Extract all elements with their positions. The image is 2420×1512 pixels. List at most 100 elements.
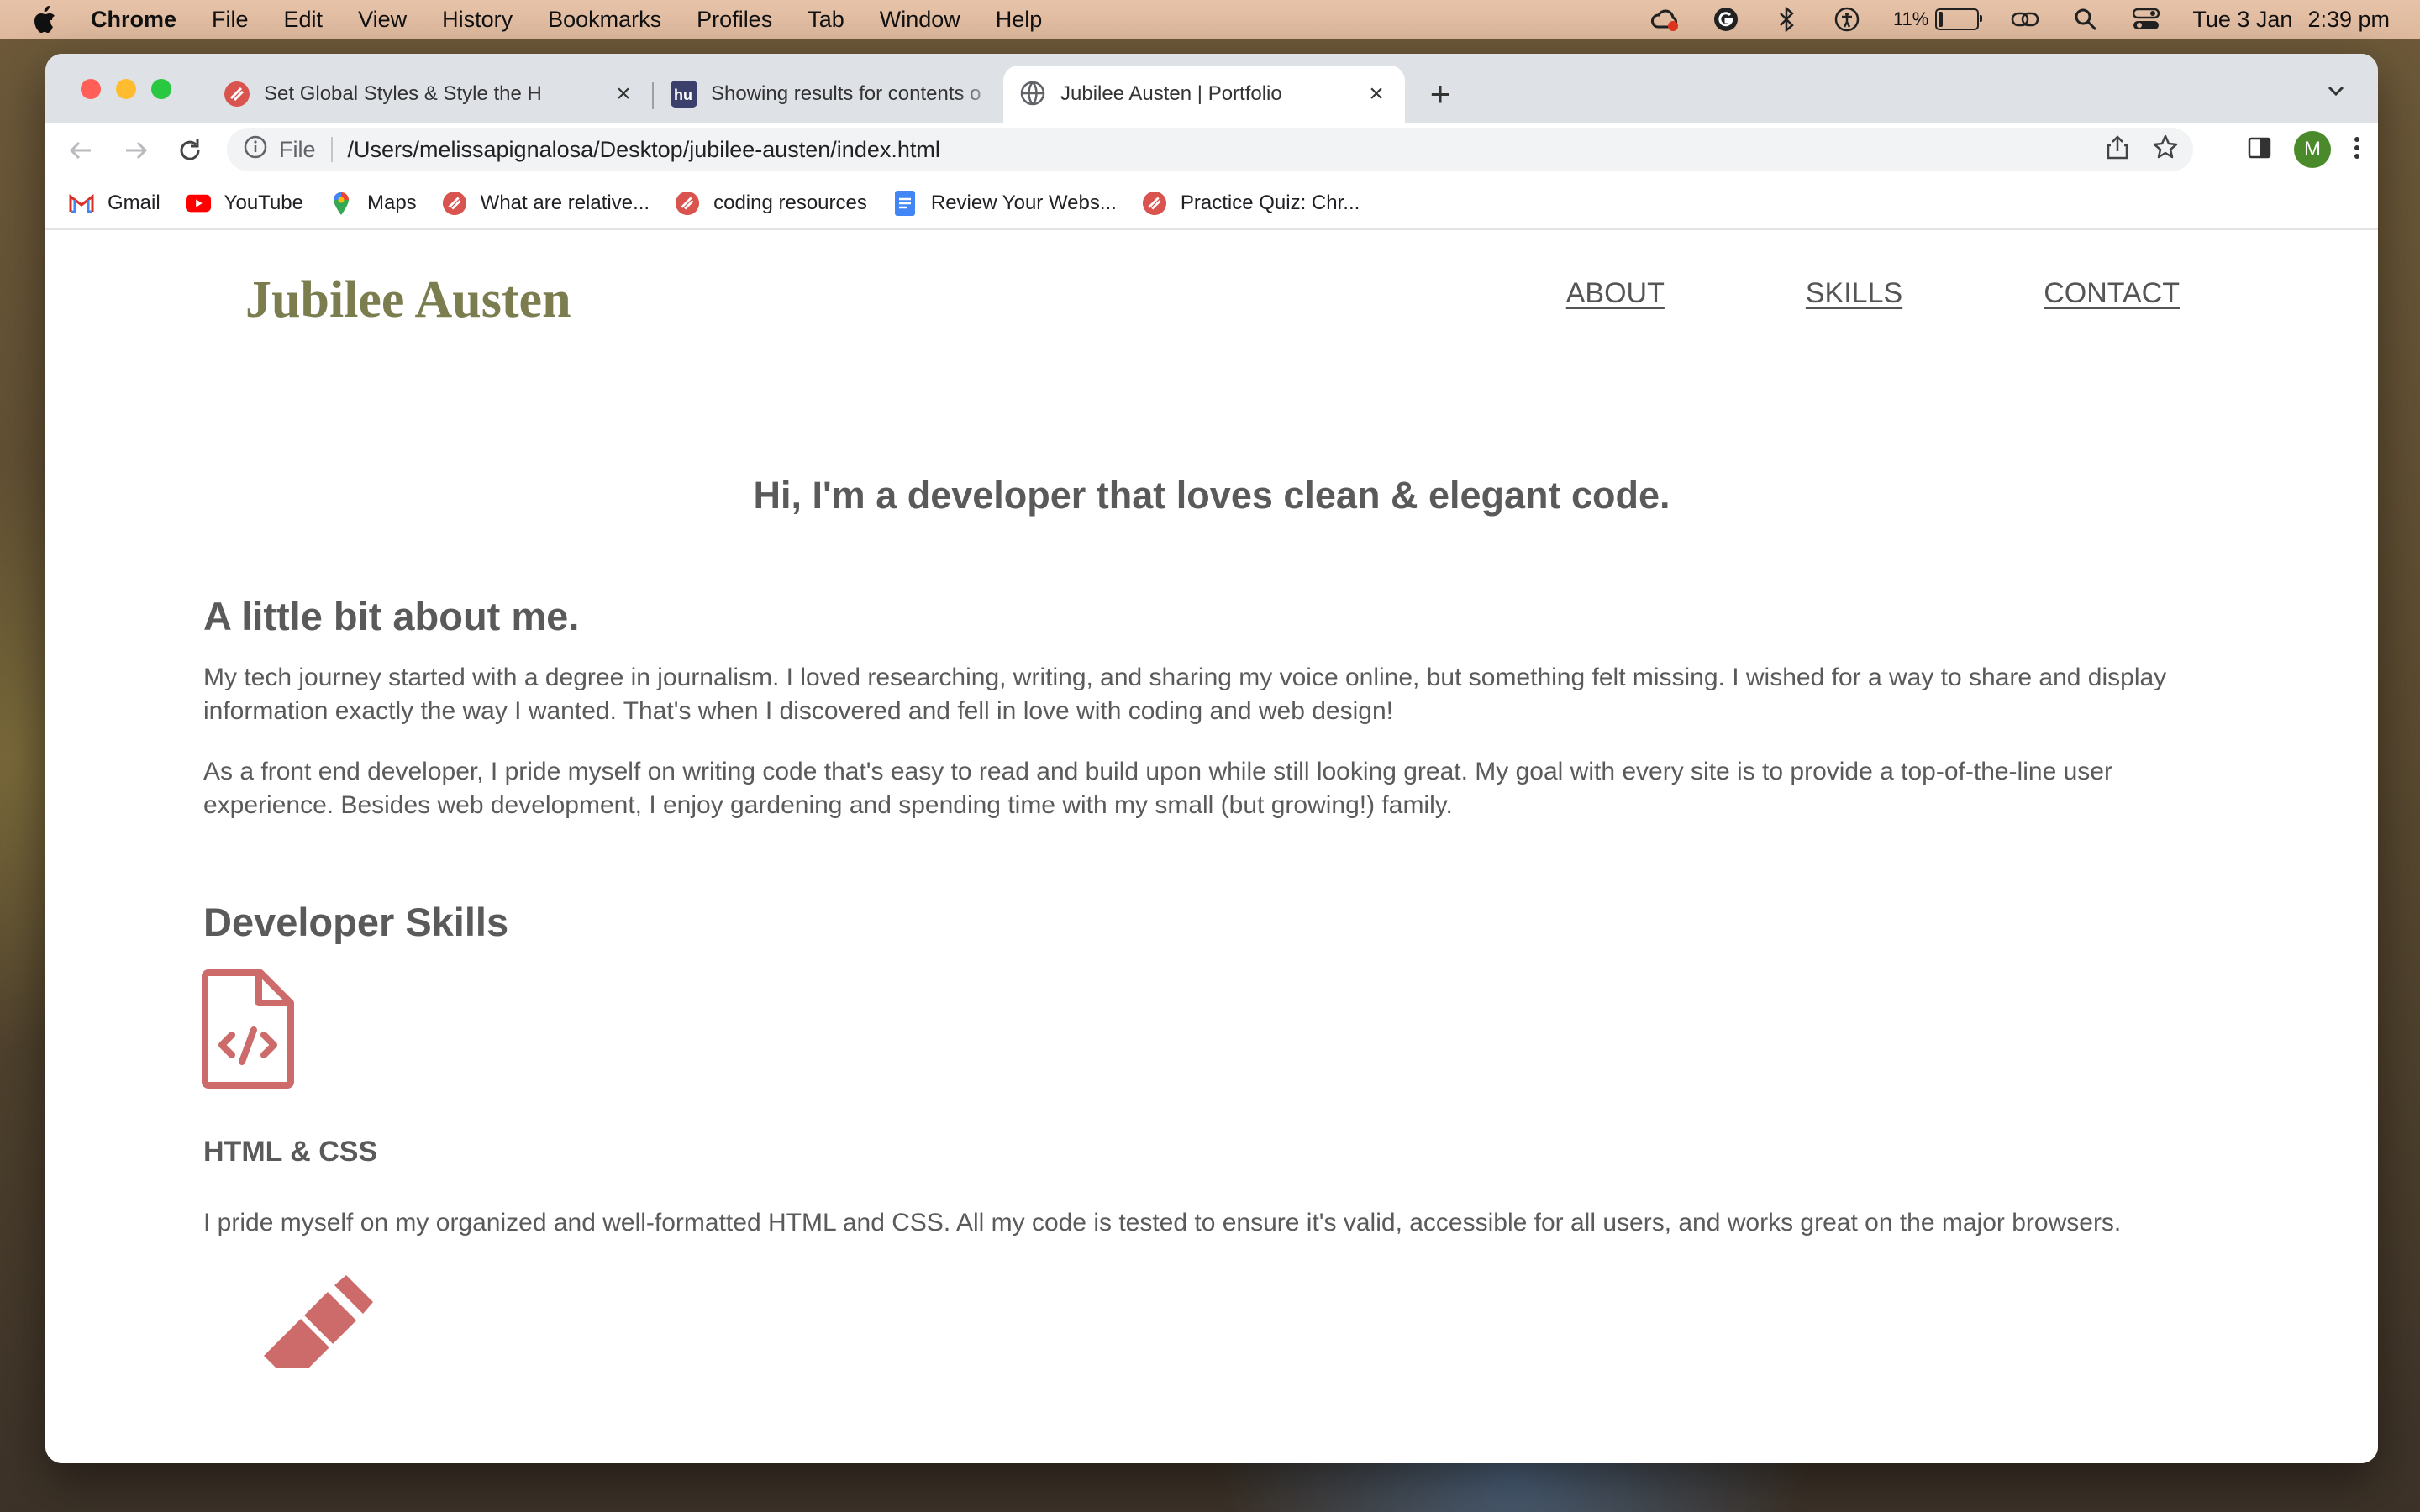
skills-section: Developer Skills <box>203 899 2220 945</box>
menu-app-name[interactable]: Chrome <box>91 7 176 33</box>
accessibility-icon[interactable] <box>1833 5 1861 34</box>
bookmark-review-website[interactable]: Review Your Webs... <box>892 191 1117 216</box>
coding-dojo-icon <box>442 191 467 216</box>
spotlight-search-icon[interactable] <box>2071 5 2100 34</box>
back-arrow-icon[interactable] <box>62 132 99 169</box>
about-section: A little bit about me. My tech journey s… <box>203 593 2220 822</box>
close-tab-icon[interactable]: × <box>1365 80 1388 108</box>
reload-icon[interactable] <box>171 132 208 169</box>
menu-bookmarks[interactable]: Bookmarks <box>548 7 661 33</box>
share-icon[interactable] <box>2106 134 2129 165</box>
docs-icon <box>892 191 918 216</box>
url-scheme-label: File <box>279 136 316 162</box>
new-tab-button[interactable]: + <box>1418 72 1462 116</box>
menubar-date[interactable]: Tue 3 Jan <box>2192 7 2292 33</box>
pencil-icon <box>247 1275 373 1384</box>
maps-icon <box>329 191 354 216</box>
hero-heading: Hi, I'm a developer that loves clean & e… <box>753 474 1670 517</box>
battery-fill <box>1939 12 1944 27</box>
close-window-button[interactable] <box>81 79 101 99</box>
address-bar-actions <box>2106 128 2178 171</box>
bookmark-label: Maps <box>366 192 417 214</box>
menu-profiles[interactable]: Profiles <box>697 7 772 33</box>
forward-arrow-icon[interactable] <box>118 132 155 169</box>
bookmark-practice-quiz[interactable]: Practice Quiz: Chr... <box>1142 191 1360 216</box>
tab-set-global-styles[interactable]: Set Global Styles & Style the H × <box>207 66 652 123</box>
bluetooth-icon[interactable] <box>1772 5 1801 34</box>
bookmark-label: Practice Quiz: Chr... <box>1180 192 1360 214</box>
zoom-window-button[interactable] <box>151 79 171 99</box>
file-code-icon <box>202 969 294 1093</box>
side-panel-icon[interactable] <box>2247 135 2272 165</box>
globe-icon <box>1020 81 1047 108</box>
coding-dojo-icon <box>675 191 700 216</box>
gmail-icon <box>69 191 94 216</box>
profile-avatar[interactable]: M <box>2294 131 2331 168</box>
bookmark-star-icon[interactable] <box>2153 134 2178 165</box>
bookmark-label: coding resources <box>713 192 867 214</box>
macos-menubar: Chrome File Edit View History Bookmarks … <box>0 0 2420 39</box>
nav-skills-link[interactable]: SKILLS <box>1806 277 1902 310</box>
svg-text:hu: hu <box>674 87 692 103</box>
hu-icon: hu <box>671 81 697 108</box>
bookmark-coding-resources[interactable]: coding resources <box>675 191 867 216</box>
skills-heading: Developer Skills <box>203 900 509 944</box>
about-heading: A little bit about me. <box>203 594 580 638</box>
menu-history[interactable]: History <box>442 7 513 33</box>
creative-cloud-icon[interactable] <box>1650 5 1680 34</box>
tab-label: Showing results for contents o <box>711 82 981 105</box>
nav-contact-link[interactable]: CONTACT <box>2044 277 2180 310</box>
address-divider <box>330 137 333 162</box>
youtube-icon <box>185 191 211 216</box>
tab-label: Set Global Styles & Style the H <box>264 82 542 105</box>
nav-about-link[interactable]: ABOUT <box>1566 277 1665 310</box>
battery-indicator[interactable]: 11% <box>1892 8 1983 30</box>
menu-window[interactable]: Window <box>880 7 960 33</box>
tab-strip: Set Global Styles & Style the H × hu Sho… <box>45 54 2378 123</box>
bookmark-label: YouTube <box>224 192 303 214</box>
browser-toolbar: File /Users/melissapignalosa/Desktop/jub… <box>45 123 2378 178</box>
about-paragraph-2: As a front end developer, I pride myself… <box>203 758 2112 819</box>
about-paragraph-1: My tech journey started with a degree in… <box>203 664 2167 725</box>
site-title[interactable]: Jubilee Austen <box>245 270 571 330</box>
menu-help[interactable]: Help <box>996 7 1043 33</box>
link-icon[interactable] <box>2011 5 2039 34</box>
menubar-time[interactable]: 2:39 pm <box>2307 7 2390 33</box>
tab-jubilee-portfolio[interactable]: Jubilee Austen | Portfolio × <box>1003 66 1405 123</box>
bookmark-maps[interactable]: Maps <box>329 191 417 216</box>
menubar-status-area: 11% Tue 3 Jan 2:39 pm <box>1650 0 2390 39</box>
url-text[interactable]: /Users/melissapignalosa/Desktop/jubilee-… <box>348 137 940 163</box>
menu-view[interactable]: View <box>358 7 407 33</box>
kebab-menu-icon[interactable] <box>2353 135 2361 165</box>
toolbar-right: M <box>2247 131 2361 168</box>
skill-title: HTML & CSS <box>203 1136 378 1168</box>
site-nav: ABOUT SKILLS CONTACT <box>1566 277 2180 310</box>
skill-description: I pride myself on my organized and well-… <box>203 1209 2122 1236</box>
coding-dojo-icon <box>1142 191 1167 216</box>
close-tab-icon[interactable]: × <box>612 80 635 108</box>
bookmark-label: Gmail <box>108 192 160 214</box>
bookmark-relative-units[interactable]: What are relative... <box>442 191 650 216</box>
tab-showing-results[interactable]: hu Showing results for contents o × <box>654 66 1049 123</box>
chevron-down-icon[interactable] <box>2319 74 2353 108</box>
grammarly-icon[interactable] <box>1712 5 1740 34</box>
battery-percent: 11% <box>1892 8 1929 29</box>
window-controls <box>81 79 171 99</box>
coding-dojo-icon <box>224 81 250 108</box>
web-page-viewport: Jubilee Austen ABOUT SKILLS CONTACT Hi, … <box>45 230 2378 1463</box>
bookmark-label: What are relative... <box>480 192 650 214</box>
bookmark-gmail[interactable]: Gmail <box>69 191 160 216</box>
menu-edit[interactable]: Edit <box>284 7 324 33</box>
menu-file[interactable]: File <box>212 7 249 33</box>
bookmarks-bar: Gmail YouTube Maps What are relative... … <box>45 178 2378 230</box>
minimize-window-button[interactable] <box>116 79 136 99</box>
menu-tab[interactable]: Tab <box>808 7 844 33</box>
bookmark-label: Review Your Webs... <box>930 192 1117 214</box>
control-center-icon[interactable] <box>2132 5 2160 34</box>
address-bar[interactable]: File /Users/melissapignalosa/Desktop/jub… <box>227 128 2193 171</box>
bookmark-youtube[interactable]: YouTube <box>185 191 303 216</box>
browser-window: Set Global Styles & Style the H × hu Sho… <box>45 54 2378 1463</box>
apple-logo-icon[interactable] <box>32 5 57 34</box>
tab-label: Jubilee Austen | Portfolio <box>1060 82 1282 105</box>
info-icon[interactable] <box>244 135 267 165</box>
